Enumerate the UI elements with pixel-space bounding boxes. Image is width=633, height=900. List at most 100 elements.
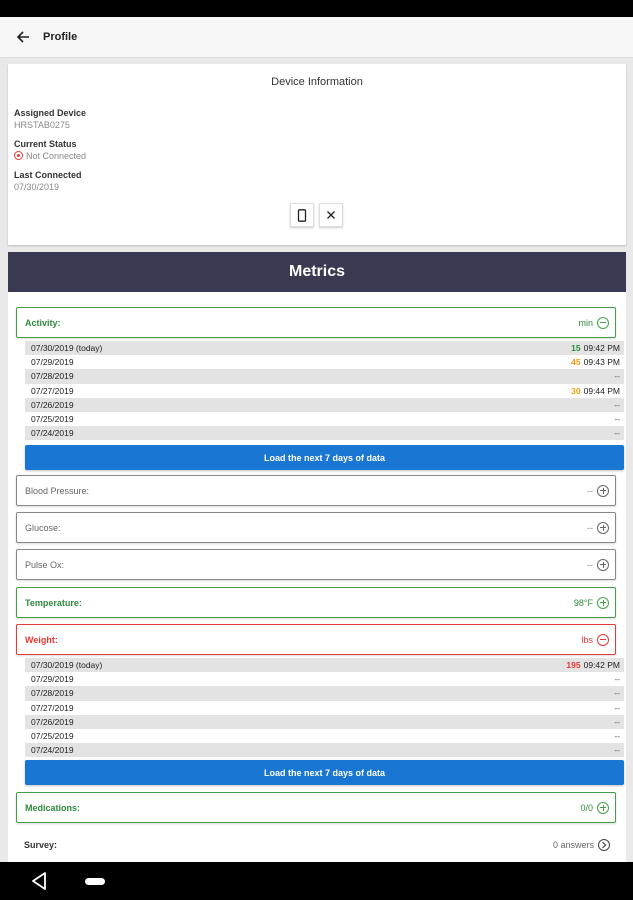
row-date: 07/26/2019 xyxy=(31,399,74,410)
metric-pulse-ox[interactable]: Pulse Ox: -- xyxy=(16,549,616,580)
metric-activity[interactable]: Activity: min xyxy=(16,307,616,338)
weight-table: 07/30/2019 (today) 195 09:42 PM 07/29/2019 -… xyxy=(25,658,624,758)
arrow-left-icon xyxy=(16,31,29,43)
metric-bp-label: Blood Pressure: xyxy=(25,485,90,496)
row-date: 07/24/2019 xyxy=(31,745,74,756)
row-date: 07/28/2019 xyxy=(31,688,74,699)
metric-glucose-label: Glucose: xyxy=(25,522,61,533)
row-date: 07/25/2019 xyxy=(31,414,74,425)
chevron-right-icon[interactable] xyxy=(598,839,610,851)
row-empty: -- xyxy=(614,428,620,439)
table-row: 07/24/2019 -- xyxy=(25,426,624,441)
status-bar xyxy=(0,0,633,17)
table-row: 07/30/2019 (today) 195 09:42 PM xyxy=(25,658,624,673)
table-row: 07/25/2019 -- xyxy=(25,728,624,744)
row-empty: -- xyxy=(614,745,620,756)
survey-count: 0 answers xyxy=(552,840,594,850)
table-row: 07/26/2019 -- xyxy=(25,714,624,729)
table-row: 07/27/2019 30 09:44 PM xyxy=(25,383,624,398)
metric-temperature-value: 98°F xyxy=(573,597,593,608)
metric-survey[interactable]: Survey: 0 answers xyxy=(16,835,616,855)
metric-medications[interactable]: Medications: 0/0 xyxy=(16,792,616,823)
metric-activity-value: min xyxy=(578,317,593,328)
nav-back-icon[interactable] xyxy=(30,871,48,891)
expand-icon[interactable] xyxy=(597,596,609,609)
weight-load-more-button[interactable]: Load the next 7 days of data xyxy=(25,760,624,785)
collapse-icon[interactable] xyxy=(597,316,609,329)
expand-icon[interactable] xyxy=(597,558,609,571)
row-date: 07/30/2019 (today) xyxy=(31,660,103,671)
metric-temperature-label: Temperature: xyxy=(25,597,82,608)
table-row: 07/25/2019 -- xyxy=(25,411,624,427)
expand-icon[interactable] xyxy=(597,521,609,534)
metric-medications-label: Medications: xyxy=(25,802,81,813)
nav-home-button[interactable] xyxy=(85,878,105,885)
table-row: 07/30/2019 (today) 15 09:42 PM xyxy=(25,341,624,356)
assigned-device-label: Assigned Device xyxy=(14,108,87,118)
table-row: 07/28/2019 -- xyxy=(25,686,624,701)
status-dot-icon xyxy=(14,151,23,160)
device-phone-button[interactable] xyxy=(290,203,314,227)
table-row: 07/29/2019 -- xyxy=(25,672,624,687)
row-date: 07/24/2019 xyxy=(31,428,74,439)
table-row: 07/26/2019 -- xyxy=(25,397,624,412)
metric-blood-pressure[interactable]: Blood Pressure: -- xyxy=(16,475,616,506)
row-empty: -- xyxy=(614,688,620,699)
row-date: 07/26/2019 xyxy=(31,716,74,727)
row-value: 15 xyxy=(571,343,581,354)
row-date: 07/29/2019 xyxy=(31,674,74,685)
row-empty: -- xyxy=(614,674,620,685)
metrics-title: Metrics xyxy=(8,252,626,292)
last-connected-label: Last Connected xyxy=(14,170,82,180)
expand-icon[interactable] xyxy=(597,801,609,814)
expand-icon[interactable] xyxy=(597,484,609,497)
system-nav-bar xyxy=(0,862,633,900)
row-value: 30 xyxy=(571,385,581,396)
current-status-value: Not Connected xyxy=(14,151,86,161)
table-row: 07/29/2019 45 09:43 PM xyxy=(25,355,624,370)
row-value: 45 xyxy=(571,357,581,368)
row-empty: -- xyxy=(614,716,620,727)
row-date: 07/25/2019 xyxy=(31,731,74,742)
metric-weight-label: Weight: xyxy=(25,634,58,645)
row-date: 07/27/2019 xyxy=(31,385,74,396)
row-empty: -- xyxy=(614,399,620,410)
metric-bp-value: -- xyxy=(587,485,593,496)
activity-load-more-button[interactable]: Load the next 7 days of data xyxy=(25,445,624,470)
metric-medications-value: 0/0 xyxy=(580,802,593,813)
back-button[interactable] xyxy=(3,17,43,58)
row-time: 09:42 PM xyxy=(583,343,620,354)
status-text: Not Connected xyxy=(26,151,87,161)
collapse-icon[interactable] xyxy=(597,633,609,646)
metric-pulse-ox-label: Pulse Ox: xyxy=(25,559,65,570)
survey-label: Survey: xyxy=(24,840,58,850)
activity-table: 07/30/2019 (today) 15 09:42 PM 07/29/2019 45… xyxy=(25,341,624,441)
device-info-card: Device Information Assigned Device HRSTA… xyxy=(8,64,626,245)
metric-activity-label: Activity: xyxy=(25,317,61,328)
table-row: 07/28/2019 -- xyxy=(25,369,624,384)
close-icon xyxy=(327,211,335,219)
row-date: 07/28/2019 xyxy=(31,371,74,382)
table-row: 07/27/2019 -- xyxy=(25,700,624,715)
page-title: Profile xyxy=(43,31,78,43)
app-bar: Profile xyxy=(0,17,633,58)
row-value: 195 xyxy=(566,660,581,671)
metrics-card: Metrics Activity: min 07/30/2019 (today)… xyxy=(8,252,626,862)
table-row: 07/24/2019 -- xyxy=(25,743,624,758)
metric-weight-value: lbs xyxy=(581,634,593,645)
row-empty: -- xyxy=(614,414,620,425)
row-date: 07/30/2019 (today) xyxy=(31,343,103,354)
current-status-label: Current Status xyxy=(14,139,77,149)
row-empty: -- xyxy=(614,702,620,713)
metric-glucose[interactable]: Glucose: -- xyxy=(16,512,616,543)
metric-pulse-ox-value: -- xyxy=(587,559,593,570)
device-unassign-button[interactable] xyxy=(319,203,343,227)
metric-temperature[interactable]: Temperature: 98°F xyxy=(16,587,616,618)
row-time: 09:42 PM xyxy=(583,660,620,671)
row-time: 09:44 PM xyxy=(583,385,620,396)
metric-glucose-value: -- xyxy=(587,522,593,533)
row-empty: -- xyxy=(614,731,620,742)
metric-weight[interactable]: Weight: lbs xyxy=(16,624,616,655)
row-time: 09:43 PM xyxy=(583,357,620,368)
phone-icon xyxy=(297,208,307,222)
